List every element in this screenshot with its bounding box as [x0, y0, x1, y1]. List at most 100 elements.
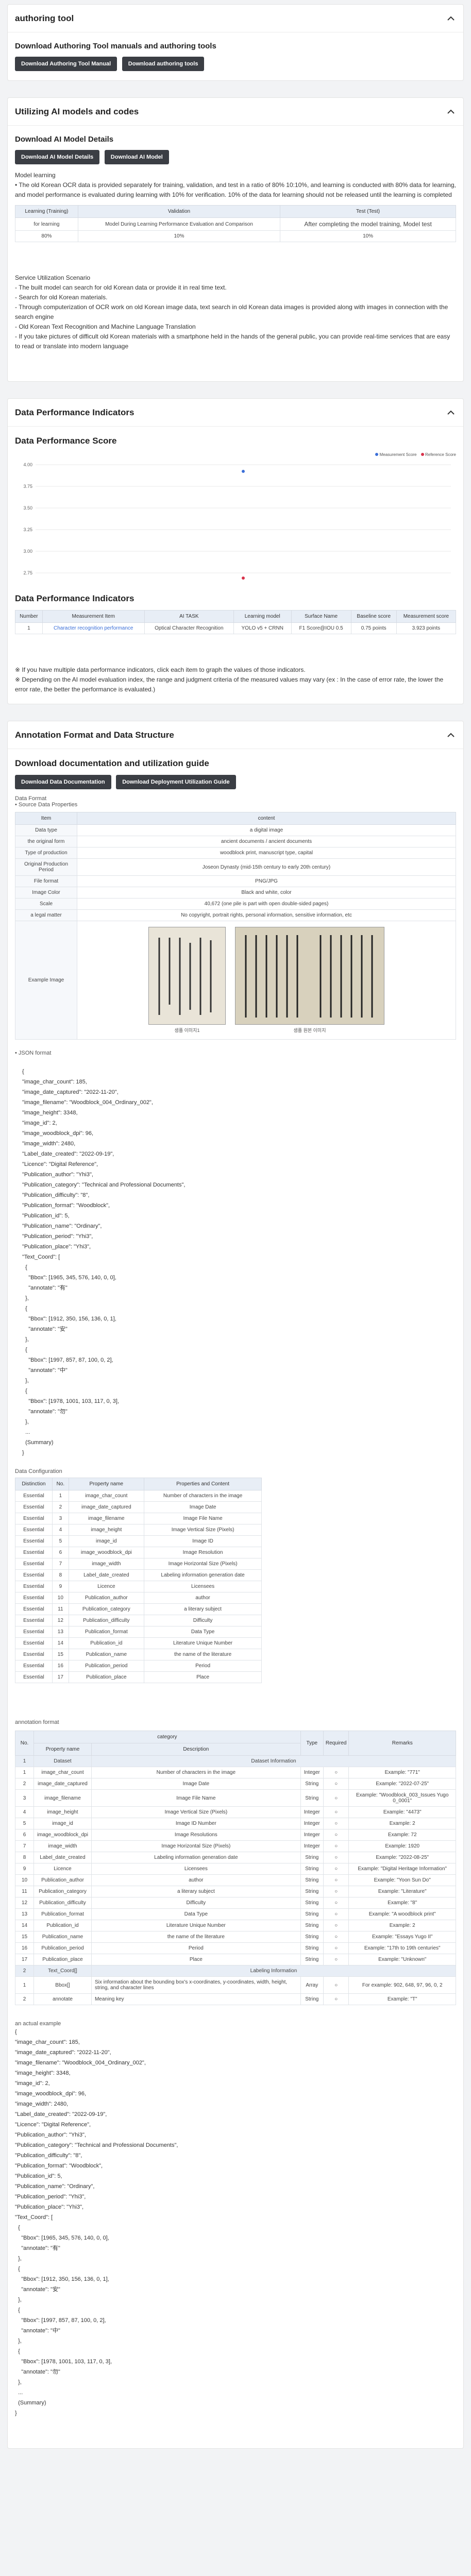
- download-tools-button[interactable]: Download authoring tools: [122, 57, 205, 71]
- th: Learning (Training): [15, 205, 78, 218]
- section-header[interactable]: Utilizing AI models and codes: [8, 98, 463, 126]
- td: 80%: [15, 230, 78, 242]
- section-header[interactable]: Data Performance Indicators: [8, 399, 463, 427]
- td: author: [91, 1874, 301, 1886]
- td: Publication_place: [68, 1671, 144, 1683]
- th: Description: [91, 1743, 301, 1756]
- td: Essential: [15, 1637, 53, 1649]
- td: 2: [15, 1778, 34, 1790]
- point-reference[interactable]: [242, 577, 245, 580]
- td: Integer: [300, 1840, 324, 1852]
- scenario-line: - Through computerization of OCR work on…: [15, 303, 448, 320]
- table-row: Essential 13 Publication_format Data Type: [15, 1626, 262, 1638]
- td: 10%: [77, 230, 281, 242]
- td: image_height: [33, 1806, 92, 1818]
- td: ○: [323, 1897, 349, 1909]
- td: a literary subject: [143, 1603, 262, 1615]
- td: a digital image: [77, 824, 456, 836]
- td: Publication_author: [33, 1874, 92, 1886]
- table-row: 4 image_height Image Vertical Size (Pixels…: [15, 1806, 456, 1818]
- td: Joseon Dynasty (mid-15th century to earl…: [77, 858, 456, 876]
- download-ai-model-button[interactable]: Download AI Model: [104, 150, 169, 164]
- download-documentation-button[interactable]: Download Data Documentation: [15, 775, 111, 789]
- td: No copyright, portrait rights, personal …: [77, 909, 456, 921]
- td: the name of the literature: [91, 1931, 301, 1943]
- caption: 샘플 이미지1: [174, 1028, 200, 1033]
- section-header[interactable]: authoring tool: [8, 5, 463, 32]
- td: the original form: [15, 836, 77, 848]
- td: YOLO v5 + CRNN: [233, 622, 292, 634]
- download-guide-button[interactable]: Download Deployment Utilization Guide: [116, 775, 236, 789]
- td: 4: [15, 1806, 34, 1818]
- download-ai-details-button[interactable]: Download AI Model Details: [15, 150, 100, 164]
- th: Test (Test): [280, 205, 456, 218]
- td: Dataset: [33, 1755, 92, 1767]
- point-measurement[interactable]: [242, 469, 245, 473]
- section-header[interactable]: Annotation Format and Data Structure: [8, 721, 463, 749]
- actual-example-title: an actual example: [15, 2021, 61, 2027]
- td: Data Type: [91, 1908, 301, 1920]
- td: 10%: [280, 230, 456, 242]
- td: Example: "17th to 19th centuries": [348, 1942, 456, 1954]
- th: category: [33, 1731, 301, 1743]
- table-row: 7 image_width Image Horizontal Size (Pixel…: [15, 1840, 456, 1852]
- td: Model During Learning Performance Evalua…: [77, 217, 281, 231]
- td: Image File Name: [91, 1789, 301, 1807]
- td: Scale: [15, 898, 77, 910]
- table-row: Essential 14 Publication_id Literature Uniq…: [15, 1637, 262, 1649]
- td: Example: "Essays Yugo II": [348, 1931, 456, 1943]
- td: Period: [143, 1660, 262, 1672]
- td: 40,672 (one pile is part with open doubl…: [77, 898, 456, 910]
- scenario-line: - If you take pictures of difficult old …: [15, 333, 450, 350]
- model-learning-title: Model learning: [15, 172, 56, 179]
- chevron-up-icon[interactable]: [446, 408, 456, 418]
- td: 10: [52, 1592, 69, 1604]
- config-table: Distinction No. Property name Properties an…: [15, 1478, 262, 1683]
- td: Meaning key: [91, 1993, 301, 2005]
- td: 12: [15, 1897, 34, 1909]
- th: No.: [15, 1731, 34, 1756]
- table-row: 9 Licence Licensees String ○ Example: "Digita…: [15, 1863, 456, 1875]
- woodblock-image: [148, 927, 226, 1025]
- td: Example: "T": [348, 1993, 456, 2005]
- table-row: 14 Publication_id Literature Unique Number…: [15, 1920, 456, 1931]
- td: Labeling information generation date: [143, 1569, 262, 1581]
- table-row: Essential 9 Licence Licensees: [15, 1581, 262, 1592]
- table-row: Original Production Period Joseon Dynasty…: [15, 858, 456, 876]
- authoring-tool-section: authoring tool Download Authoring Tool m…: [7, 4, 464, 81]
- td: 3: [52, 1513, 69, 1524]
- td: Essential: [15, 1513, 53, 1524]
- service-scenario-title: Service Utilization Scenario: [15, 274, 91, 281]
- th: Number: [15, 610, 43, 623]
- td: Integer: [300, 1767, 324, 1778]
- table-row: 15 Publication_name the name of the litera…: [15, 1931, 456, 1943]
- th: Properties and Content: [143, 1478, 262, 1490]
- td: Publication_id: [33, 1920, 92, 1931]
- chevron-up-icon[interactable]: [446, 13, 456, 24]
- td: Image Date: [91, 1778, 301, 1790]
- td: Publication_period: [68, 1660, 144, 1672]
- td: a literary subject: [91, 1886, 301, 1897]
- section-title: Annotation Format and Data Structure: [15, 730, 174, 740]
- td: String: [300, 1908, 324, 1920]
- td: ○: [323, 1886, 349, 1897]
- td: Black and white, color: [77, 887, 456, 899]
- chevron-up-icon[interactable]: [446, 107, 456, 117]
- indicators-table: Number Measurement Item AI TASK Learning mo…: [15, 610, 457, 634]
- td[interactable]: Character recognition performance: [42, 622, 145, 634]
- chevron-up-icon[interactable]: [446, 730, 456, 740]
- table-row: Essential 10 Publication_author author: [15, 1592, 262, 1604]
- td: 9: [15, 1863, 34, 1875]
- td: image_filename: [68, 1513, 144, 1524]
- td: Essential: [15, 1501, 53, 1513]
- download-manual-button[interactable]: Download Authoring Tool Manual: [15, 57, 117, 71]
- td: ○: [323, 1942, 349, 1954]
- td: 2: [52, 1501, 69, 1513]
- th: Remarks: [348, 1731, 456, 1756]
- td: 7: [15, 1840, 34, 1852]
- table-row: 17 Publication_place Place String ○ Example: …: [15, 1954, 456, 1965]
- td: 7: [52, 1558, 69, 1570]
- td: 11: [15, 1886, 34, 1897]
- legend-dot-icon: [375, 453, 379, 456]
- legend-reference: Reference Score: [425, 452, 456, 457]
